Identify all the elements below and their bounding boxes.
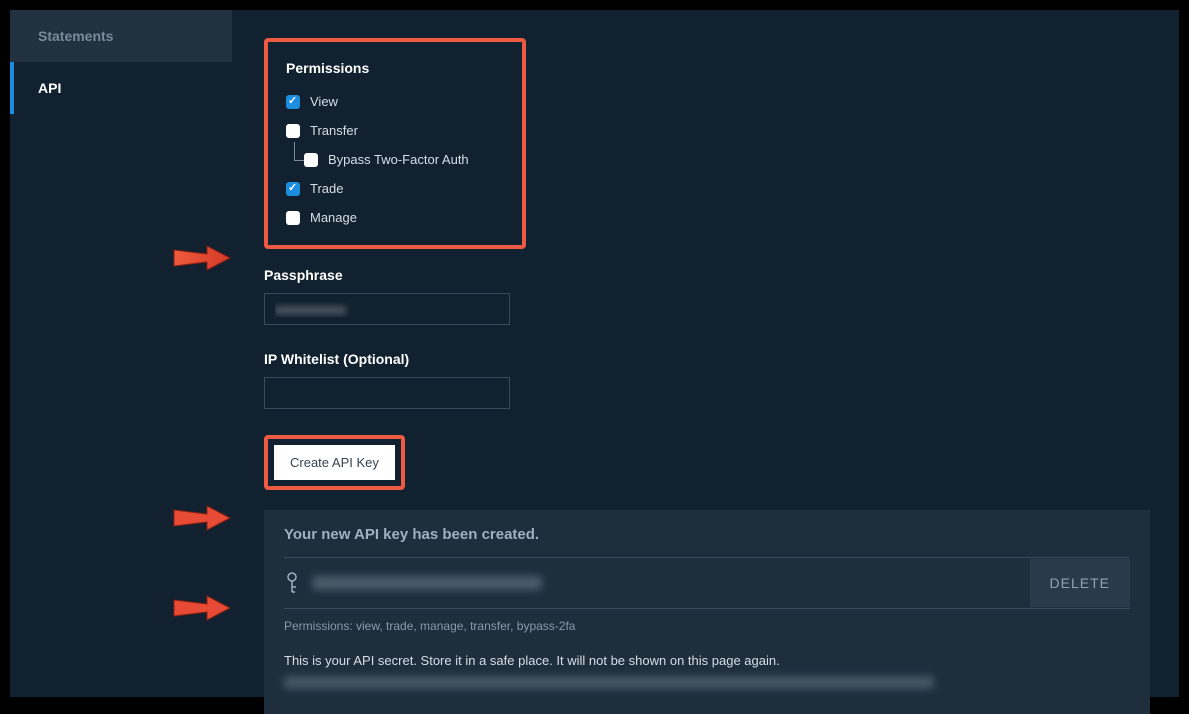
permission-trade-checkbox[interactable] xyxy=(286,182,300,196)
permission-bypass2fa-row: Bypass Two-Factor Auth xyxy=(304,152,504,167)
permissions-title: Permissions xyxy=(286,60,504,76)
passphrase-input[interactable] xyxy=(264,293,510,325)
create-button-highlight: Create API Key xyxy=(264,435,405,490)
whitelist-group: IP Whitelist (Optional) xyxy=(264,351,1159,409)
permission-transfer-row: Transfer xyxy=(286,123,504,138)
main-content: Permissions View Transfer Bypass Two-Fac… xyxy=(232,10,1179,697)
result-permissions-text: Permissions: view, trade, manage, transf… xyxy=(284,619,1130,633)
permission-manage-label: Manage xyxy=(310,210,357,225)
permission-manage-checkbox[interactable] xyxy=(286,211,300,225)
permission-view-label: View xyxy=(310,94,338,109)
permission-view-row: View xyxy=(286,94,504,109)
create-api-key-button[interactable]: Create API Key xyxy=(274,445,395,480)
permission-manage-row: Manage xyxy=(286,210,504,225)
permission-bypass2fa-label: Bypass Two-Factor Auth xyxy=(328,152,469,167)
permissions-panel: Permissions View Transfer Bypass Two-Fac… xyxy=(264,38,526,249)
passphrase-label: Passphrase xyxy=(264,267,1159,283)
permission-view-checkbox[interactable] xyxy=(286,95,300,109)
result-title: Your new API key has been created. xyxy=(284,526,1130,543)
whitelist-input[interactable] xyxy=(264,377,510,409)
whitelist-label: IP Whitelist (Optional) xyxy=(264,351,1159,367)
permission-trade-label: Trade xyxy=(310,181,343,196)
permission-trade-row: Trade xyxy=(286,181,504,196)
api-key-value xyxy=(312,576,542,590)
arrow-icon xyxy=(172,590,232,626)
sidebar-item-statements[interactable]: Statements xyxy=(10,10,232,62)
permission-bypass2fa-checkbox[interactable] xyxy=(304,153,318,167)
arrow-icon xyxy=(172,500,232,536)
api-key-result-panel: Your new API key has been created. DELET… xyxy=(264,510,1150,714)
api-key-row: DELETE xyxy=(284,557,1130,609)
delete-button[interactable]: DELETE xyxy=(1030,559,1130,607)
api-secret-value xyxy=(284,676,934,689)
arrow-icon xyxy=(172,240,232,276)
key-icon xyxy=(284,572,300,594)
permission-transfer-label: Transfer xyxy=(310,123,358,138)
permission-transfer-checkbox[interactable] xyxy=(286,124,300,138)
passphrase-group: Passphrase xyxy=(264,267,1159,325)
sidebar-item-api[interactable]: API xyxy=(10,62,232,114)
api-secret-label: This is your API secret. Store it in a s… xyxy=(284,653,1130,668)
